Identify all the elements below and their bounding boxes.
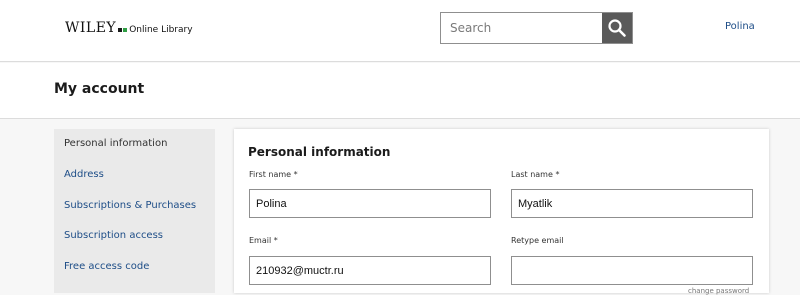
search-box [440, 12, 633, 44]
last-name-field[interactable] [511, 189, 753, 218]
email-field[interactable] [249, 256, 491, 285]
search-button[interactable] [602, 13, 632, 43]
retype-email-label: Retype email [511, 236, 564, 245]
sidebar-item-free-access-code[interactable]: Free access code [64, 261, 149, 272]
sidebar-item-subscriptions-purchases[interactable]: Subscriptions & Purchases [64, 200, 196, 211]
form-title: Personal information [248, 145, 391, 159]
first-name-label: First name * [249, 170, 298, 179]
logo-square-dark [118, 28, 123, 32]
sidebar-item-personal-information[interactable]: Personal information [64, 138, 167, 149]
last-name-label: Last name * [511, 170, 560, 179]
change-password-link[interactable]: change password [688, 287, 749, 295]
sidebar-item-subscription-access[interactable]: Subscription access [64, 230, 163, 241]
email-label: Email * [249, 236, 278, 245]
logo-brand: WILEY [65, 20, 117, 36]
logo-square-green [123, 28, 128, 32]
page-title-band: My account [0, 63, 800, 119]
search-icon [608, 19, 626, 37]
wiley-logo[interactable]: WILEY Online Library [65, 20, 193, 36]
retype-email-field[interactable] [511, 256, 753, 285]
account-sidebar: Personal information Address Subscriptio… [54, 129, 215, 293]
search-input[interactable] [441, 13, 602, 43]
first-name-field[interactable] [249, 189, 491, 218]
logo-product: Online Library [129, 25, 193, 35]
page-title: My account [54, 81, 145, 97]
top-header: WILEY Online Library Polina [0, 0, 800, 62]
sidebar-item-address[interactable]: Address [64, 169, 104, 180]
user-menu-link[interactable]: Polina [725, 21, 755, 32]
personal-information-card: Personal information First name * Last n… [234, 129, 769, 295]
